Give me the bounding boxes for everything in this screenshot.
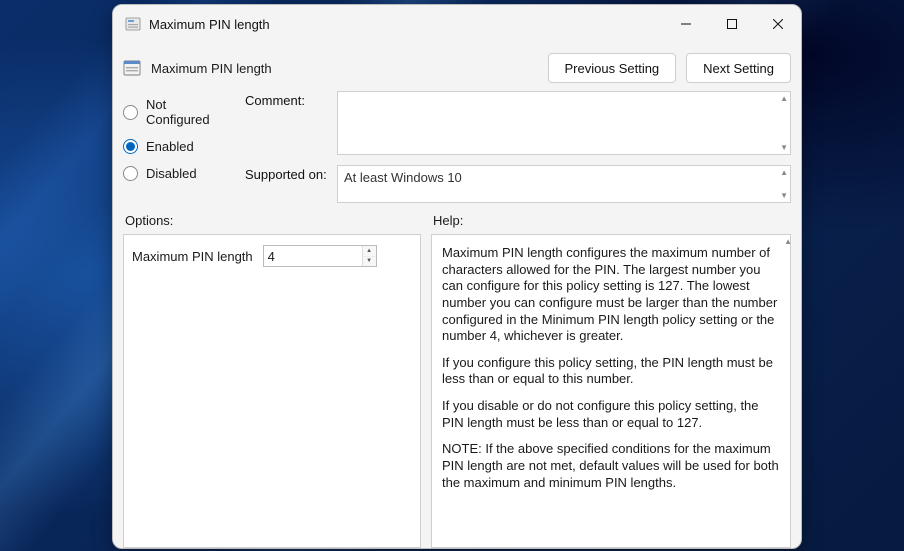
stepper-down[interactable]: ▼ (363, 257, 376, 267)
policy-editor-window: Maximum PIN length (112, 4, 802, 549)
desktop: Maximum PIN length (0, 0, 904, 551)
options-label: Options: (123, 213, 421, 228)
radio-label: Not Configured (146, 97, 233, 127)
pin-length-stepper[interactable]: 4 ▲ ▼ (263, 245, 377, 267)
radio-enabled[interactable]: Enabled (123, 139, 233, 154)
radio-circle (123, 105, 138, 120)
minimize-button[interactable] (663, 5, 709, 43)
next-setting-label: Next Setting (703, 61, 774, 76)
scroll-up-icon[interactable]: ▲ (780, 94, 788, 103)
scroll-down-icon[interactable]: ▼ (780, 191, 788, 200)
radio-circle (123, 166, 138, 181)
help-label: Help: (431, 213, 791, 228)
radio-circle (123, 139, 138, 154)
radio-label: Disabled (146, 166, 197, 181)
help-paragraph: NOTE: If the above specified conditions … (442, 441, 780, 491)
supported-on-label: Supported on: (245, 165, 327, 182)
app-icon (125, 16, 141, 32)
help-panel[interactable]: Maximum PIN length configures the maximu… (431, 234, 791, 548)
window-title: Maximum PIN length (149, 17, 270, 32)
options-panel: Maximum PIN length 4 ▲ ▼ (123, 234, 421, 548)
options-column: Options: Maximum PIN length 4 ▲ ▼ (123, 213, 421, 548)
config-row: Not Configured Enabled Disabled Comment:… (113, 87, 801, 209)
metadata-column: Comment: ▲ ▼ Supported on: At least Wind… (245, 91, 791, 203)
help-paragraph: Maximum PIN length configures the maximu… (442, 245, 780, 345)
policy-name: Maximum PIN length (151, 61, 272, 76)
supported-on-value: At least Windows 10 (344, 170, 462, 185)
policy-icon (123, 59, 141, 77)
radio-not-configured[interactable]: Not Configured (123, 97, 233, 127)
radio-disabled[interactable]: Disabled (123, 166, 233, 181)
titlebar[interactable]: Maximum PIN length (113, 5, 801, 43)
radio-label: Enabled (146, 139, 194, 154)
next-setting-button[interactable]: Next Setting (686, 53, 791, 83)
scroll-down-icon[interactable]: ▼ (780, 143, 788, 152)
previous-setting-label: Previous Setting (565, 61, 660, 76)
scroll-up-icon[interactable]: ▲ (784, 237, 792, 246)
lower-panels: Options: Maximum PIN length 4 ▲ ▼ (113, 209, 801, 548)
pin-length-value[interactable]: 4 (264, 246, 362, 266)
help-paragraph: If you disable or do not configure this … (442, 398, 780, 431)
help-paragraph: If you configure this policy setting, th… (442, 355, 780, 388)
subheader: Maximum PIN length Previous Setting Next… (113, 43, 801, 87)
previous-setting-button[interactable]: Previous Setting (548, 53, 677, 83)
supported-on-textbox: At least Windows 10 ▲ ▼ (337, 165, 791, 203)
stepper-up[interactable]: ▲ (363, 246, 376, 257)
close-button[interactable] (755, 5, 801, 43)
comment-textbox[interactable]: ▲ ▼ (337, 91, 791, 155)
maximize-button[interactable] (709, 5, 755, 43)
state-radio-group: Not Configured Enabled Disabled (123, 91, 233, 203)
comment-label: Comment: (245, 91, 327, 108)
scroll-up-icon[interactable]: ▲ (780, 168, 788, 177)
help-column: Help: ▲ Maximum PIN length configures th… (431, 213, 791, 548)
option-field-label: Maximum PIN length (132, 249, 253, 264)
window-controls (663, 5, 801, 43)
